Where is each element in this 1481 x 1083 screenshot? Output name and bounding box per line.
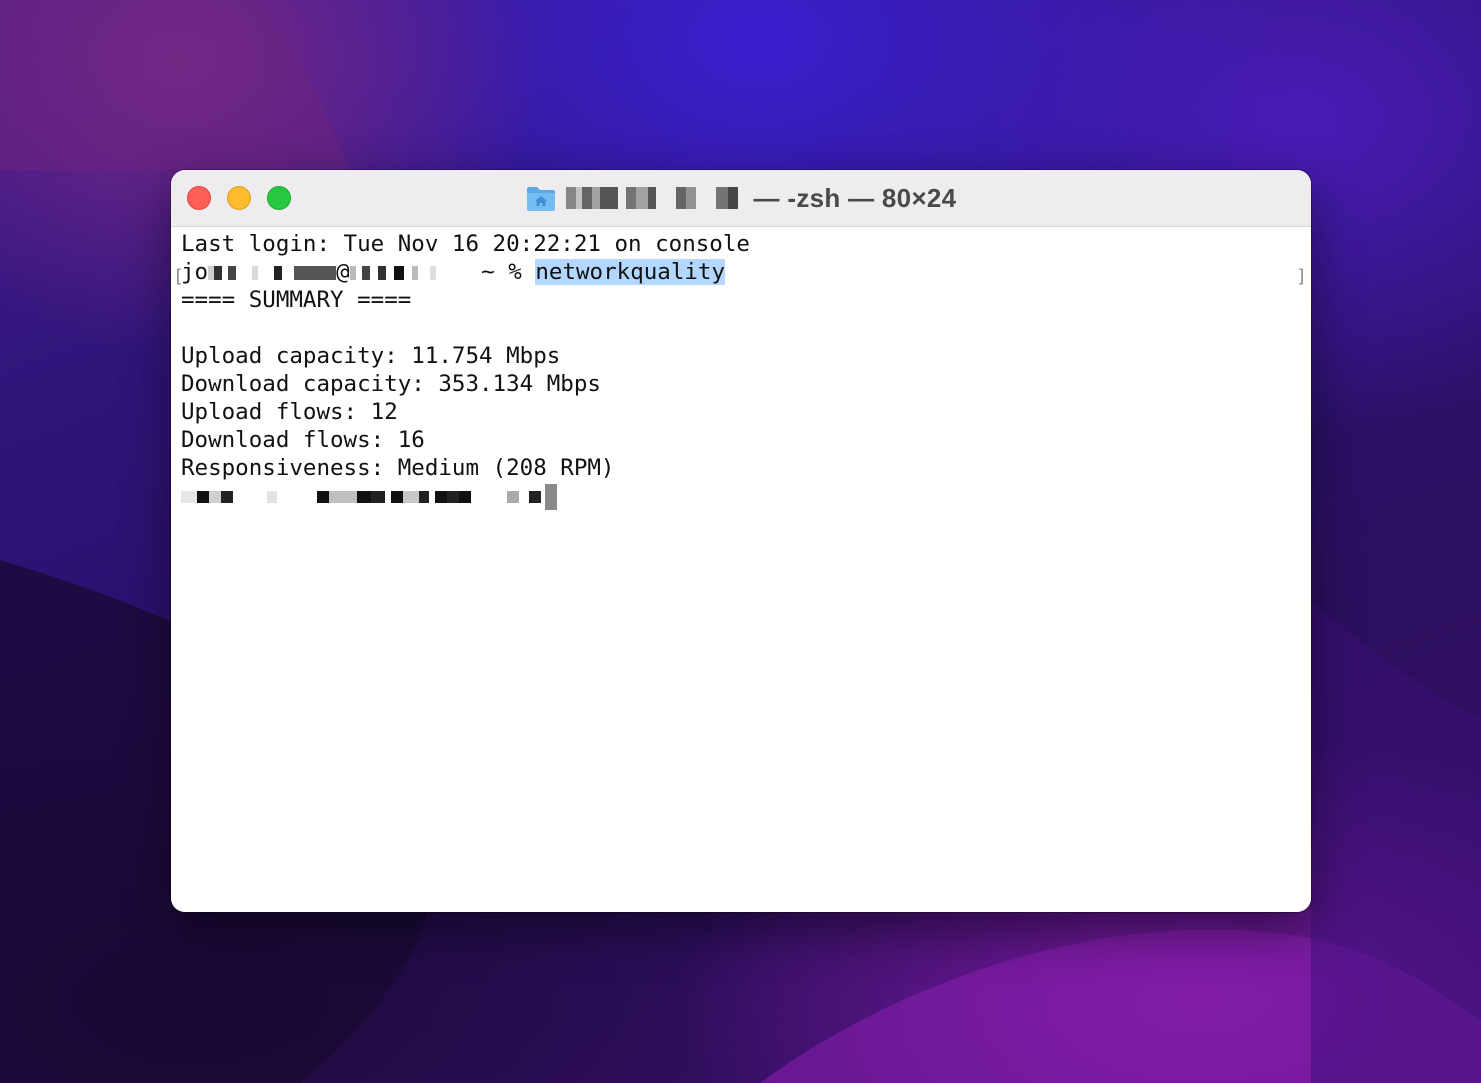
redacted-hostname (349, 265, 468, 280)
terminal-content[interactable]: [ ] Last login: Tue Nov 16 20:22:21 on c… (171, 227, 1311, 912)
home-folder-icon (526, 184, 556, 212)
redacted-path (565, 187, 746, 209)
responsiveness-line: Responsiveness: Medium (208 RPM) (181, 455, 615, 481)
prompt-at: @ (336, 259, 350, 285)
download-capacity-line: Download capacity: 353.134 Mbps (181, 371, 601, 397)
current-prompt-line[interactable] (181, 482, 557, 510)
download-flows-line: Download flows: 16 (181, 427, 425, 453)
prompt-user: jo (181, 259, 209, 285)
window-title-text: — -zsh — 80×24 (753, 182, 957, 213)
upload-capacity-line: Upload capacity: 11.754 Mbps (181, 343, 561, 369)
text-cursor (545, 483, 557, 510)
last-login-line: Last login: Tue Nov 16 20:22:21 on conso… (181, 231, 750, 257)
terminal-window: — -zsh — 80×24 [ ] Last login: Tue Nov 1… (171, 170, 1311, 912)
redacted-username (208, 265, 337, 280)
redacted-prompt (181, 490, 541, 503)
upload-flows-line: Upload flows: 12 (181, 399, 398, 425)
window-titlebar[interactable]: — -zsh — 80×24 (171, 170, 1311, 227)
command-text[interactable]: networkquality (535, 259, 726, 285)
prompt-line: jo @ ~ % networkquality (181, 258, 726, 286)
window-title: — -zsh — 80×24 (171, 170, 1311, 226)
mark-bracket-right: ] (1296, 266, 1307, 287)
prompt-symbol: ~ % (467, 259, 536, 285)
summary-header: ==== SUMMARY ==== (181, 287, 412, 313)
